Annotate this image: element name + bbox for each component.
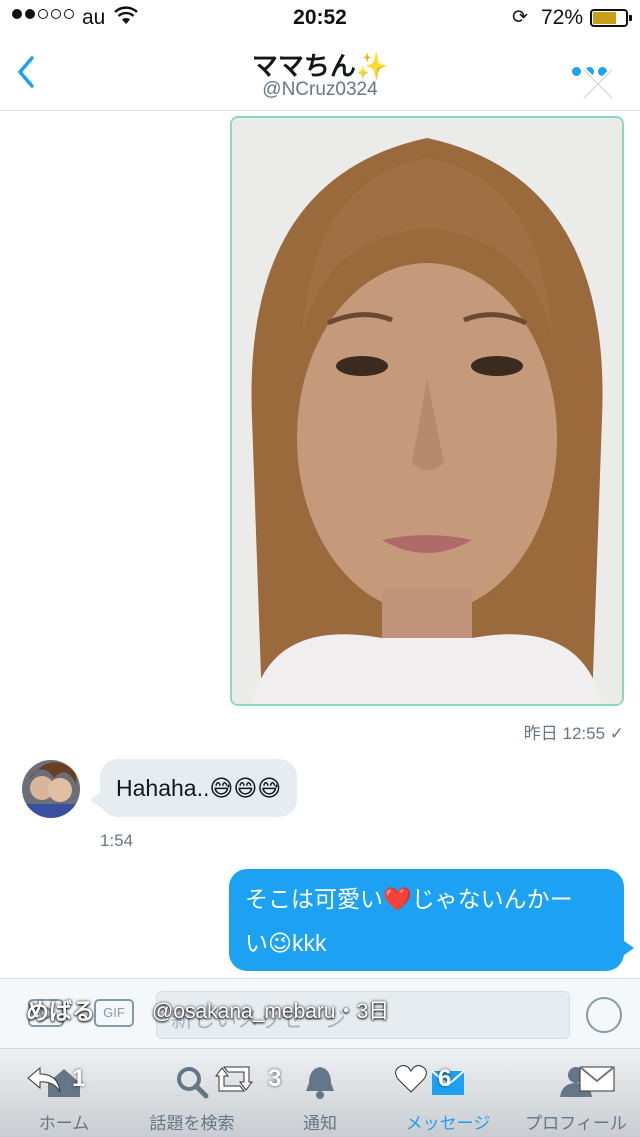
battery-percent: 72% xyxy=(541,6,584,29)
like-count: 6 xyxy=(438,1065,452,1092)
overlay-username: めばる xyxy=(26,998,95,1024)
bell-icon xyxy=(306,1067,334,1099)
status-bar: au 20:52 ⟳ 72% xyxy=(0,0,640,36)
retweet-action[interactable]: 3 xyxy=(210,1049,281,1109)
conversation-title: ママちん✨ xyxy=(251,51,389,81)
tab-profile[interactable]: プロフィール xyxy=(512,1049,640,1137)
tab-label: プロフィール xyxy=(525,1114,627,1133)
close-icon[interactable] xyxy=(578,64,618,104)
tab-bar: ホーム 話題を検索 通知 メッセージ プロフィール 1 3 6 xyxy=(0,1048,640,1137)
outgoing-line-1: そこは可愛い❤️じゃないんかー xyxy=(245,886,573,912)
tab-label: 話題を検索 xyxy=(149,1114,235,1133)
tab-label: メッセージ xyxy=(405,1114,491,1133)
outgoing-message: そこは可愛い❤️じゃないんかー い😉kkk xyxy=(229,869,624,971)
search-icon xyxy=(177,1067,209,1099)
like-action[interactable]: 6 xyxy=(394,1049,451,1109)
bubble-tail xyxy=(620,938,634,958)
outgoing-line-2: い😉kkk xyxy=(245,930,327,956)
rotation-lock-icon: ⟳ xyxy=(512,7,528,28)
overlay-handle: @osakana_mebaru・3日 xyxy=(152,1000,390,1023)
reply-count: 1 xyxy=(72,1065,86,1092)
incoming-timestamp: 1:54 xyxy=(100,831,134,850)
incoming-message: Hahaha..😅😄😅 xyxy=(100,759,298,817)
dm-action[interactable] xyxy=(578,1049,616,1109)
direct-message-icon xyxy=(579,1066,615,1092)
message-timestamp: 昨日 12:55 ✓ xyxy=(523,724,624,743)
reply-action[interactable]: 1 xyxy=(26,1049,85,1109)
avatar[interactable] xyxy=(22,760,80,818)
send-icon[interactable] xyxy=(586,997,622,1033)
tab-label: ホーム xyxy=(38,1114,90,1133)
retweet-icon xyxy=(215,1066,253,1092)
tab-label: 通知 xyxy=(303,1114,337,1133)
conversation-header: ママちん✨ @NCruz0324 xyxy=(0,36,640,111)
retweet-count: 3 xyxy=(268,1065,282,1092)
reply-icon xyxy=(27,1066,61,1093)
gif-button[interactable]: GIF xyxy=(94,999,134,1027)
heart-icon xyxy=(395,1065,427,1093)
battery-icon xyxy=(590,9,632,27)
portrait-image xyxy=(232,118,622,704)
shared-photo[interactable] xyxy=(230,116,624,706)
conversation-handle: @NCruz0324 xyxy=(262,79,378,100)
